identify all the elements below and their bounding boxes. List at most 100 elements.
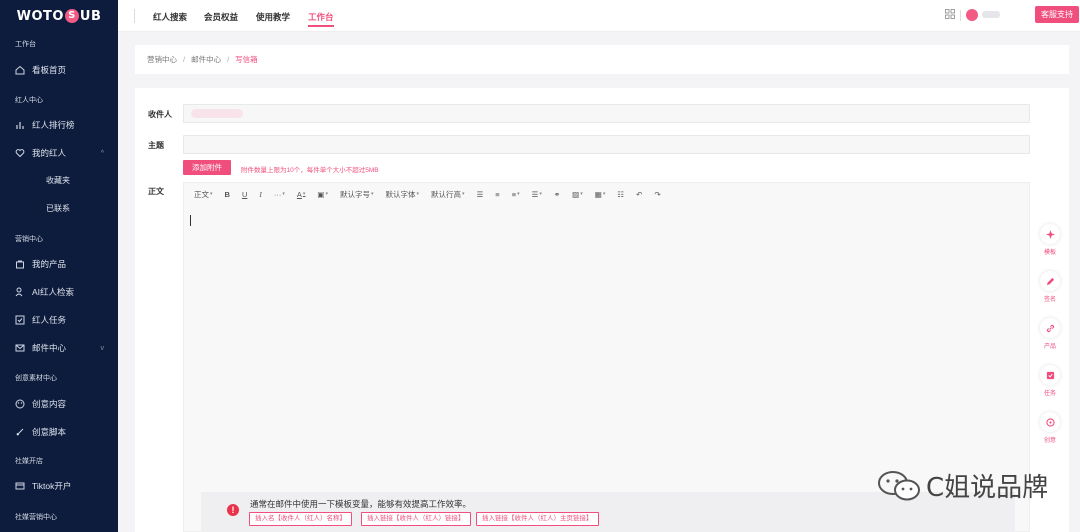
bag-icon <box>15 259 25 269</box>
sidebar-item-label: 创意脚本 <box>32 427 67 437</box>
section-title-social-marketing: 社媒营销中心 <box>15 514 57 521</box>
sidebar-item-my-kol[interactable]: 我的红人 ^ <box>0 142 118 164</box>
tab-member-benefits[interactable]: 会员权益 <box>204 11 238 23</box>
sidebar-item-dashboard[interactable]: 看板首页 <box>0 59 118 81</box>
link-icon[interactable]: ⚭ <box>554 190 560 199</box>
avatar[interactable] <box>966 9 978 21</box>
font-family-select[interactable]: 默认字体 ▾ <box>386 189 420 200</box>
sidebar-subitem-contacted[interactable]: 已联系 <box>46 203 70 214</box>
recipient-field[interactable] <box>183 104 1030 123</box>
compose-form: 收件人 主题 添加附件 附件数量上限为10个，每件单个大小不超过5MB 正文 正… <box>135 88 1069 532</box>
home-icon <box>15 65 25 75</box>
chevron-down-icon: v <box>100 344 105 352</box>
float-template-button[interactable]: 模板 <box>1040 224 1060 256</box>
sidebar-item-label: 创意内容 <box>32 399 67 409</box>
float-product-label: 产品 <box>1043 344 1056 350</box>
chevron-down-icon: ▾ <box>210 191 213 197</box>
tip-text: 通常在邮件中使用一下模板变量，能够有效提高工作效率。 <box>250 499 472 509</box>
card-icon <box>15 481 25 491</box>
recipient-chip-blurred[interactable] <box>191 109 243 118</box>
sidebar-item-creative-content[interactable]: 创意内容 <box>0 393 118 415</box>
checkbox-icon <box>15 315 25 325</box>
bar-chart-icon <box>15 120 25 130</box>
logo[interactable]: WOTO S UB <box>0 0 118 32</box>
highlight-icon[interactable]: ▣ ▾ <box>317 190 328 199</box>
insert-link-tag[interactable]: 插入链接【收件人（红人）链接】 <box>361 512 471 526</box>
subject-input[interactable] <box>183 135 1030 154</box>
topbar-divider <box>134 9 135 23</box>
attachment-hint: 附件数量上限为10个，每件单个大小不超过5MB <box>241 167 379 174</box>
section-title-marketing: 营销中心 <box>15 236 43 243</box>
float-product-button[interactable]: 产品 <box>1040 318 1060 350</box>
logo-mark: S <box>64 9 79 23</box>
bold-icon[interactable]: B <box>225 190 230 199</box>
image-icon[interactable]: ▨ ▾ <box>572 190 583 199</box>
sidebar-item-label: Tiktok开户 <box>32 481 72 491</box>
italic-icon[interactable]: I <box>259 190 262 199</box>
insert-homepage-link-tag[interactable]: 插入链接【收件人（红人）主页链接】 <box>476 512 599 526</box>
underline-icon[interactable]: U <box>242 190 247 199</box>
sidebar-item-creative-script[interactable]: 创意脚本 <box>0 421 118 443</box>
creative-icon <box>1040 412 1060 432</box>
sidebar-item-label: 红人排行榜 <box>32 120 75 130</box>
align-icon[interactable]: ≡ ▾ <box>512 190 520 199</box>
breadcrumb-item-mail-center[interactable]: 邮件中心 <box>191 54 221 65</box>
tab-kol-search[interactable]: 红人搜索 <box>153 11 187 23</box>
sidebar-item-kol-tasks[interactable]: 红人任务 <box>0 309 118 331</box>
tab-tutorial[interactable]: 使用教学 <box>256 11 290 23</box>
breadcrumb-item-compose: 写信箱 <box>235 55 258 64</box>
float-signature-button[interactable]: 签名 <box>1040 271 1060 303</box>
table-icon[interactable]: ▦ ▾ <box>595 190 606 199</box>
font-size-select[interactable]: 默认字号 ▾ <box>340 189 374 200</box>
bullet-list-icon[interactable]: ☰ <box>477 190 484 199</box>
template-icon <box>1040 224 1060 244</box>
sidebar-item-label: 邮件中心 <box>32 343 67 353</box>
font-color-icon[interactable]: A ▾ <box>297 190 306 199</box>
float-task-button[interactable]: 任务 <box>1040 365 1060 397</box>
body-label: 正文 <box>148 187 164 196</box>
text-cursor <box>190 215 191 226</box>
add-attachment-button[interactable]: 添加附件 <box>183 160 231 175</box>
mail-icon <box>15 343 25 353</box>
top-navigation: 红人搜索 会员权益 使用教学 工作台 客服支持 <box>118 0 1080 32</box>
float-creative-button[interactable]: 创意 <box>1040 412 1060 444</box>
sidebar-item-ai-kol-search[interactable]: AI红人检索 <box>0 281 118 303</box>
sidebar-item-label: 看板首页 <box>32 65 67 75</box>
wechat-watermark: C姐说品牌 <box>876 467 1048 504</box>
sidebar-item-tiktok-account[interactable]: Tiktok开户 <box>0 475 118 497</box>
more-icon[interactable]: ··· ▾ <box>274 190 285 199</box>
alert-icon: ! <box>227 504 239 516</box>
section-title-kol-center: 红人中心 <box>15 97 43 104</box>
divider-line-icon[interactable]: ☷ <box>617 190 624 199</box>
insert-name-tag[interactable]: 插入名【收件人（红人）名称】 <box>249 512 352 526</box>
tab-workbench[interactable]: 工作台 <box>308 11 334 27</box>
sidebar-item-mail-center[interactable]: 邮件中心 v <box>0 337 118 359</box>
line-height-select[interactable]: 默认行高 ▾ <box>431 189 465 200</box>
customer-support-button[interactable]: 客服支持 <box>1035 6 1079 23</box>
chevron-up-icon: ^ <box>100 149 104 157</box>
chevron-down-icon: ▾ <box>462 191 465 197</box>
paragraph-format-select[interactable]: 正文 ▾ <box>194 189 213 200</box>
numbered-list-icon[interactable]: ≡ <box>495 190 499 199</box>
breadcrumb-separator: / <box>183 55 186 64</box>
breadcrumb-item-marketing[interactable]: 营销中心 <box>147 54 177 65</box>
redo-icon[interactable]: ↷ <box>654 190 660 199</box>
breadcrumb-separator: / <box>227 55 230 64</box>
font-size-label: 默认字号 <box>340 189 371 199</box>
float-template-label: 模板 <box>1043 250 1056 256</box>
sidebar-item-label: AI红人检索 <box>32 287 75 297</box>
section-title-creative: 创意素材中心 <box>15 375 57 382</box>
heart-icon <box>15 148 25 158</box>
sidebar-subitem-favorites[interactable]: 收藏夹 <box>46 175 70 186</box>
sidebar-item-my-products[interactable]: 我的产品 <box>0 253 118 275</box>
sidebar-item-kol-ranking[interactable]: 红人排行榜 <box>0 114 118 136</box>
username-blurred <box>982 11 1000 18</box>
sidebar: WOTO S UB 工作台 看板首页 红人中心 红人排行榜 我的红人 ^ 收藏夹… <box>0 0 118 532</box>
user-search-icon <box>15 287 25 297</box>
breadcrumb: 营销中心 / 邮件中心 / 写信箱 <box>135 45 1069 74</box>
indent-icon[interactable]: ☰ ▾ <box>532 190 542 199</box>
paragraph-format-label: 正文 <box>194 189 209 199</box>
subject-label: 主题 <box>148 141 164 150</box>
apps-grid-icon[interactable] <box>945 9 955 19</box>
undo-icon[interactable]: ↶ <box>636 190 642 199</box>
